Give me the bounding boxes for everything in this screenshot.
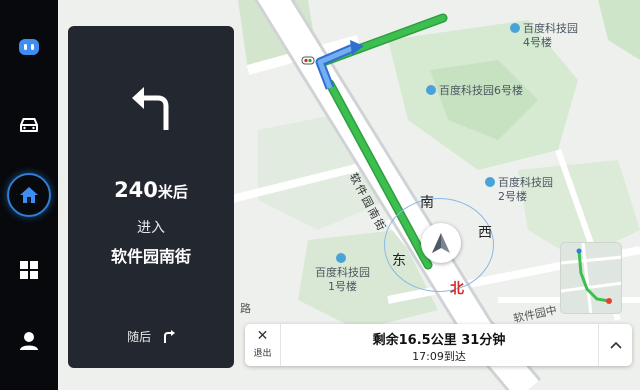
vehicle-position-marker (421, 223, 461, 263)
distance-unit: 米后 (157, 183, 188, 201)
maneuver-action: 进入 (137, 220, 165, 236)
minimap-canvas (561, 243, 621, 313)
next-road-name: 软件园南街 (110, 247, 191, 266)
trip-status-bar: ✕ 退出 剩余16.5公里 31分钟 17:09到达 (245, 324, 632, 366)
navigation-arrow-icon (432, 233, 450, 253)
chevron-up-icon (609, 341, 622, 349)
home-button[interactable] (0, 170, 58, 220)
turn-guidance-panel: 240米后 进入 软件园南街 随后 (68, 26, 234, 368)
poi-pin-icon (485, 177, 495, 187)
poi-baidu-1[interactable]: 百度科技园 1号楼 (315, 252, 370, 294)
compass-west: 西 (478, 225, 492, 241)
exit-navigation-button[interactable]: ✕ 退出 (245, 324, 281, 366)
poi-baidu-4[interactable]: 百度科技园 4号楼 (510, 22, 578, 50)
poi-baidu-2[interactable]: 百度科技园 2号楼 (485, 176, 553, 204)
grid-icon (20, 261, 38, 279)
assistant-icon (19, 39, 39, 55)
arrival-time: 17:09到达 (412, 350, 466, 363)
poi-pin-icon (426, 85, 436, 95)
expand-trip-button[interactable] (598, 324, 632, 366)
poi-pin-icon (510, 23, 520, 33)
distance-value: 240 (114, 178, 158, 202)
compass-east: 东 (392, 253, 406, 269)
home-icon (20, 187, 38, 203)
close-icon: ✕ (256, 328, 269, 344)
vehicle-button[interactable] (0, 100, 58, 150)
car-icon (20, 118, 38, 132)
remaining-distance-time: 剩余16.5公里 31分钟 (372, 333, 506, 348)
apps-button[interactable] (0, 245, 58, 295)
turn-left-arrow-icon (132, 87, 169, 130)
exit-label: 退出 (253, 349, 272, 359)
compass-north: 北 (450, 281, 464, 297)
road-label-lu: 路 (240, 302, 251, 315)
sidebar (0, 0, 58, 390)
profile-button[interactable] (0, 316, 58, 366)
poi-baidu-6[interactable]: 百度科技园6号楼 (426, 84, 523, 98)
maneuver-distance: 240米后 (68, 178, 234, 202)
then-label: 随后 (127, 330, 152, 344)
voice-assistant-button[interactable] (0, 22, 58, 72)
poi-pin-icon (336, 253, 346, 263)
route-overview-minimap[interactable] (560, 242, 622, 314)
turn-right-arrow-icon (163, 330, 175, 343)
active-indicator (7, 173, 51, 217)
user-icon (20, 332, 38, 350)
then-maneuver: 随后 (68, 328, 234, 345)
compass-south: 南 (420, 195, 434, 211)
